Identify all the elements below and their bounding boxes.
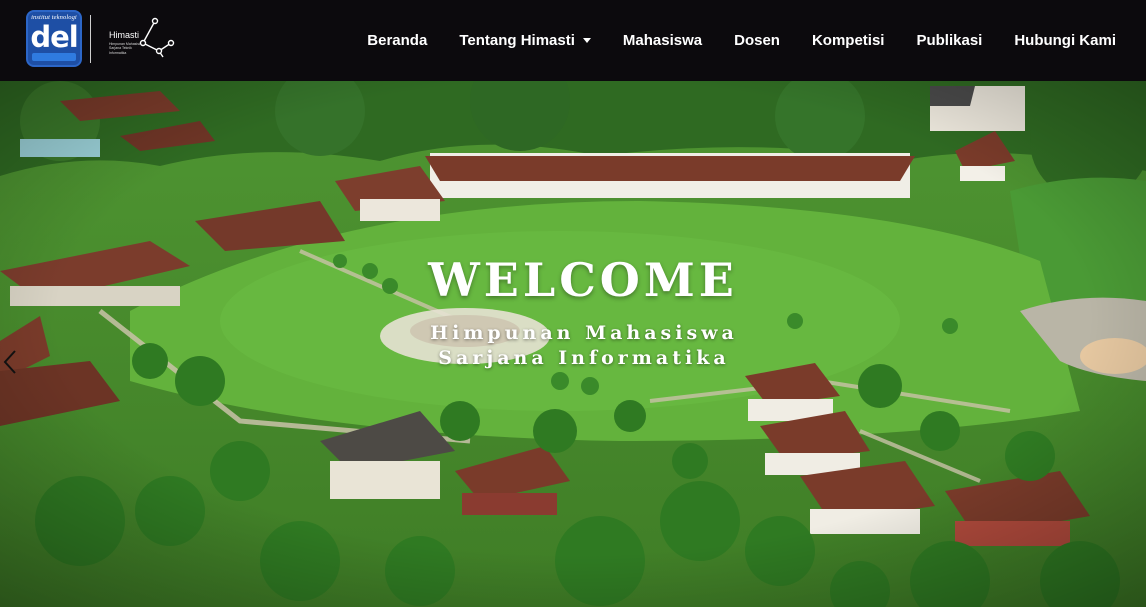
network-icon — [139, 17, 175, 57]
nav-mahasiswa[interactable]: Mahasiswa — [623, 32, 702, 49]
del-logo[interactable]: institut teknologi del — [26, 10, 82, 67]
brand-divider — [90, 14, 91, 63]
nav-tentang-himasti-label: Tentang Himasti — [459, 32, 575, 49]
del-logo-word: del — [30, 20, 78, 54]
caret-down-icon — [582, 38, 591, 43]
himasti-logo[interactable]: Himasti Himpunan Mahasiswa Sarjana Tekni… — [109, 17, 175, 61]
nav-hubungi-kami-label: Hubungi Kami — [1014, 32, 1116, 49]
nav-dosen-label: Dosen — [734, 32, 780, 49]
nav-hubungi-kami[interactable]: Hubungi Kami — [1014, 32, 1116, 49]
nav-dosen[interactable]: Dosen — [734, 32, 780, 49]
hero-subtitle-line1: Himpunan Mahasiswa — [430, 322, 738, 344]
del-logo-band — [32, 53, 76, 61]
carousel-prev-button[interactable] — [2, 347, 20, 377]
nav-beranda[interactable]: Beranda — [367, 32, 427, 49]
brand-logos[interactable]: institut teknologi del Himasti Himpunan … — [26, 10, 175, 67]
nav-publikasi-label: Publikasi — [916, 32, 983, 49]
nav-publikasi[interactable]: Publikasi — [916, 32, 982, 49]
nav-beranda-label: Beranda — [367, 32, 428, 49]
nav-mahasiswa-label: Mahasiswa — [622, 32, 703, 49]
chevron-left-icon — [3, 350, 16, 374]
nav-tentang-himasti[interactable]: Tentang Himasti — [459, 32, 591, 49]
hero-subtitle-line2: Sarjana Informatika — [438, 347, 730, 369]
navbar: institut teknologi del Himasti Himpunan … — [0, 0, 1146, 81]
nav-kompetisi-label: Kompetisi — [811, 32, 885, 49]
hero-caption: WELCOME Himpunan Mahasiswa Sarjana Infor… — [0, 253, 1146, 371]
main-nav: Beranda Tentang Himasti Mahasiswa Dosen … — [367, 0, 1116, 81]
nav-kompetisi[interactable]: Kompetisi — [812, 32, 885, 49]
hero-title: WELCOME — [428, 253, 738, 307]
hero-carousel: WELCOME Himpunan Mahasiswa Sarjana Infor… — [0, 81, 1146, 607]
